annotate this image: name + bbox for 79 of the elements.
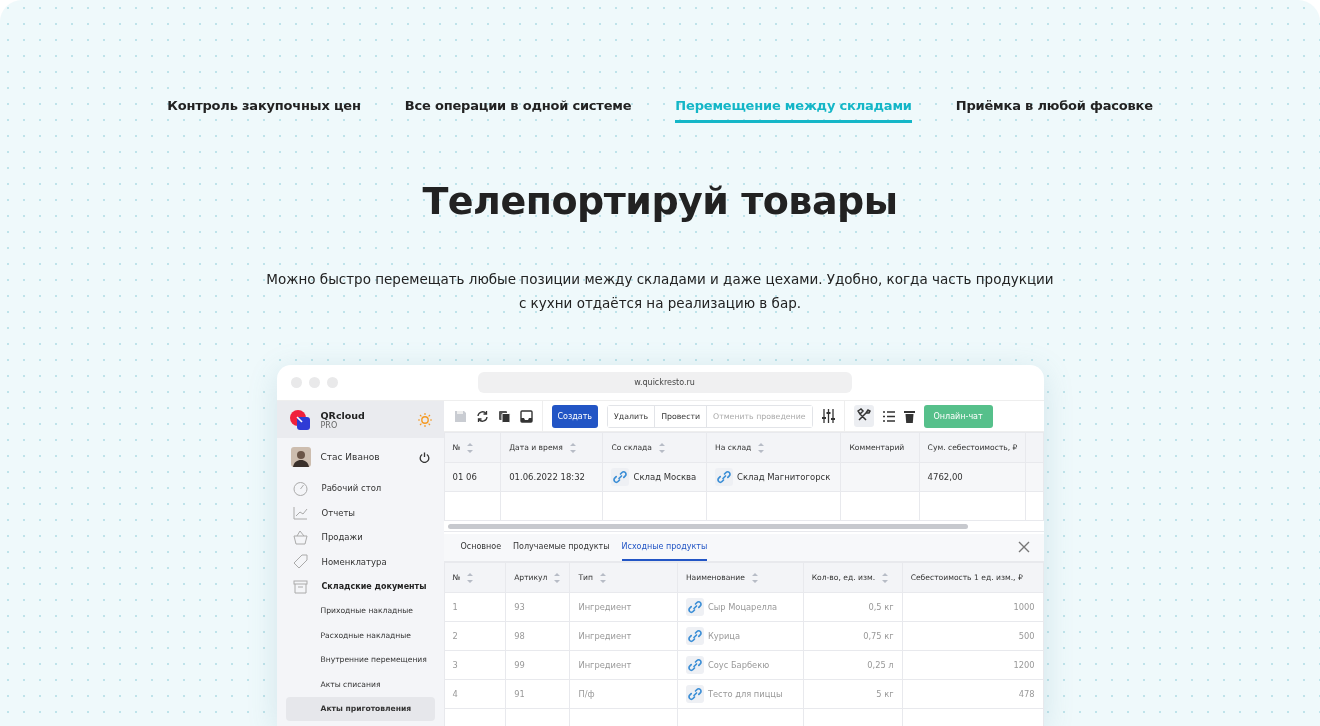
description-text: Можно быстро перемещать любые позиции между складами и даже цехами. Удобно, когда часть продукции с кухни отдаётся на реализацию в бар. bbox=[265, 270, 1055, 313]
table-cell: 2 bbox=[452, 631, 458, 641]
table-cell: 1200 bbox=[1013, 660, 1035, 670]
link-icon[interactable] bbox=[685, 598, 704, 616]
table-cell: Ингредиент bbox=[578, 602, 632, 612]
table-cell: 478 bbox=[1018, 689, 1035, 699]
link-icon[interactable] bbox=[685, 656, 704, 674]
table-cell: 3 bbox=[452, 660, 458, 670]
inbox-icon[interactable] bbox=[519, 409, 533, 423]
table-cell: 91 bbox=[514, 689, 525, 699]
detail-tab[interactable]: Получаемые продукты bbox=[513, 533, 610, 561]
table-cell: Склад Москва bbox=[633, 472, 697, 483]
menu-item[interactable]: Складские документы bbox=[276, 574, 444, 599]
address-bar: w.quickresto.ru bbox=[477, 372, 852, 393]
tools-button[interactable] bbox=[853, 405, 874, 428]
archive-icon bbox=[292, 578, 308, 594]
table-cell: 01.06.2022 18:32 bbox=[509, 472, 586, 483]
table-cell: 1 bbox=[452, 602, 458, 612]
sort-icon[interactable] bbox=[568, 441, 577, 454]
copy-icon[interactable] bbox=[497, 409, 511, 423]
user-name: Стас Иванов bbox=[320, 452, 381, 462]
create-button[interactable]: Создать bbox=[551, 404, 599, 428]
tag-icon bbox=[292, 554, 308, 570]
table-cell: Курица bbox=[707, 631, 741, 641]
sort-icon[interactable] bbox=[757, 441, 766, 454]
tools-icon bbox=[856, 408, 871, 423]
avatar-icon bbox=[290, 447, 311, 467]
nav-tab[interactable]: Приёмка в любой фасовке bbox=[955, 98, 1153, 123]
table-cell: Ингредиент bbox=[578, 631, 632, 641]
table-cell: 5 кг bbox=[876, 689, 894, 699]
sort-icon[interactable] bbox=[658, 441, 666, 454]
table-cell: Тесто для пиццы bbox=[707, 689, 783, 699]
sun-icon[interactable] bbox=[417, 412, 432, 427]
menu-item[interactable]: Продажи bbox=[276, 525, 444, 550]
nav-tab[interactable]: Все операции в одной системе bbox=[404, 98, 632, 123]
link-icon[interactable] bbox=[685, 627, 704, 645]
logo-icon bbox=[288, 408, 311, 431]
nav-tab[interactable]: Контроль закупочных цен bbox=[167, 98, 361, 123]
list-icon[interactable] bbox=[882, 410, 895, 422]
power-icon[interactable] bbox=[418, 451, 430, 463]
close-icon[interactable] bbox=[1017, 541, 1030, 554]
sort-icon[interactable] bbox=[599, 571, 607, 584]
detail-tab[interactable]: Основное bbox=[460, 533, 502, 561]
table-cell: 4762,00 bbox=[927, 472, 963, 483]
link-icon[interactable] bbox=[611, 468, 630, 487]
table-cell: П/ф bbox=[578, 689, 595, 699]
sort-icon[interactable] bbox=[881, 571, 890, 584]
table-cell: 99 bbox=[514, 660, 525, 670]
chart-icon bbox=[292, 505, 308, 521]
sort-icon[interactable] bbox=[466, 571, 475, 584]
table-cell: Соус Барбекю bbox=[707, 660, 770, 670]
table-cell: Ингредиент bbox=[578, 660, 632, 670]
table-cell: 0,25 л bbox=[867, 660, 894, 670]
basket-icon bbox=[292, 529, 308, 545]
plan-label: PRO bbox=[320, 420, 339, 430]
gauge-icon bbox=[292, 480, 308, 496]
table-cell: 0,75 кг bbox=[863, 631, 894, 641]
sort-icon[interactable] bbox=[553, 571, 562, 584]
menu-item[interactable]: Рабочий стол bbox=[276, 476, 444, 501]
menu-item[interactable]: Отчеты bbox=[276, 500, 444, 525]
sort-icon[interactable] bbox=[466, 441, 475, 454]
table-cell: 01 06 bbox=[452, 472, 477, 483]
trash-icon[interactable] bbox=[903, 409, 915, 423]
table-cell: 1000 bbox=[1013, 602, 1035, 612]
sort-icon[interactable] bbox=[750, 571, 759, 584]
refresh-icon[interactable] bbox=[475, 409, 489, 423]
brand-name: QRcloud bbox=[320, 409, 366, 421]
table-cell: Сыр Моцарелла bbox=[707, 602, 778, 612]
sliders-icon[interactable] bbox=[821, 409, 835, 424]
table-cell: 98 bbox=[514, 631, 525, 641]
link-icon[interactable] bbox=[715, 468, 733, 487]
table-cell: Склад Магнитогорск bbox=[737, 472, 831, 483]
table-cell: 0,5 кг bbox=[868, 602, 894, 612]
menu-item[interactable]: Номенклатура bbox=[276, 549, 444, 574]
table-cell: 93 bbox=[514, 602, 525, 612]
table-cell: 500 bbox=[1018, 631, 1035, 641]
link-icon[interactable] bbox=[685, 685, 704, 703]
page-heading: Телепортируй товары bbox=[422, 179, 898, 223]
table-cell: 4 bbox=[452, 689, 458, 699]
